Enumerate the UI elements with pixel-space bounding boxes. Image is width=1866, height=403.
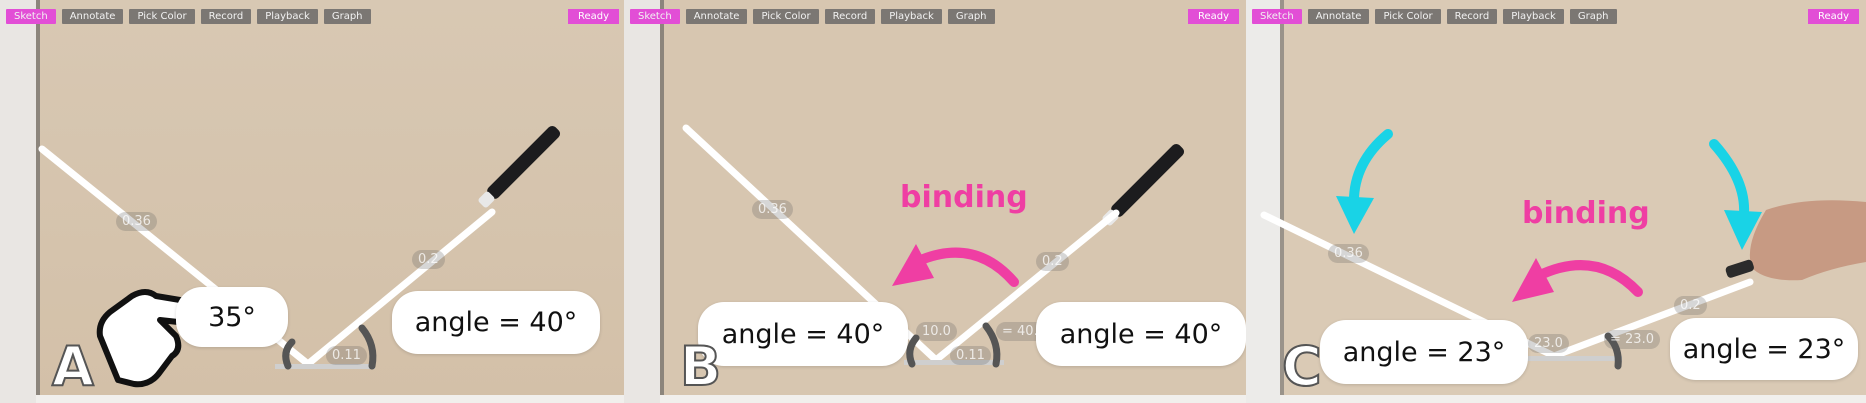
ghost-label: 23.0 xyxy=(1528,334,1569,353)
ghost-label: 10.0 xyxy=(916,322,957,341)
ready-status: Ready xyxy=(1808,9,1860,24)
panel-c: Sketch Annotate Pick Color Record Playba… xyxy=(1246,0,1866,403)
annotate-button[interactable]: Annotate xyxy=(61,9,124,24)
toolbar-a: Sketch Annotate Pick Color Record Playba… xyxy=(6,9,371,24)
ghost-label: 0.2 xyxy=(1674,296,1707,315)
graph-button[interactable]: Graph xyxy=(947,9,995,24)
ghost-label: 0.36 xyxy=(116,212,157,231)
toolbar-c: Sketch Annotate Pick Color Record Playba… xyxy=(1252,9,1617,24)
record-button[interactable]: Record xyxy=(200,9,252,24)
playback-button[interactable]: Playback xyxy=(257,9,318,24)
record-button[interactable]: Record xyxy=(824,9,876,24)
ghost-label: 0.2 xyxy=(412,250,445,269)
pick-color-button[interactable]: Pick Color xyxy=(753,9,819,24)
pick-color-button[interactable]: Pick Color xyxy=(1375,9,1441,24)
angle-bubble-right[interactable]: angle = 23° xyxy=(1670,318,1858,380)
ghost-label: 0.36 xyxy=(752,200,793,219)
record-button[interactable]: Record xyxy=(1446,9,1498,24)
angle-bubble-right[interactable]: angle = 40° xyxy=(1036,302,1246,366)
ghost-label: = 23.0 xyxy=(1604,330,1660,349)
binding-label: binding xyxy=(900,180,1028,215)
ready-status: Ready xyxy=(568,9,620,24)
ghost-label: 0.11 xyxy=(950,346,991,365)
panel-b: Sketch Annotate Pick Color Record Playba… xyxy=(624,0,1246,403)
angle-bubble-left[interactable]: angle = 40° xyxy=(698,302,908,366)
panel-letter: A xyxy=(51,335,95,398)
sketch-button[interactable]: Sketch xyxy=(1252,9,1302,24)
annotate-button[interactable]: Annotate xyxy=(685,9,748,24)
graph-button[interactable]: Graph xyxy=(323,9,371,24)
panel-letter: C xyxy=(1281,335,1323,398)
angle-bubble-left[interactable]: angle = 23° xyxy=(1320,320,1528,384)
playback-button[interactable]: Playback xyxy=(1503,9,1564,24)
playback-button[interactable]: Playback xyxy=(881,9,942,24)
ghost-label: 0.11 xyxy=(326,346,367,365)
angle-bubble-right[interactable]: angle = 40° xyxy=(392,291,600,354)
toolbar-b: Sketch Annotate Pick Color Record Playba… xyxy=(630,9,995,24)
ghost-label: 0.36 xyxy=(1328,244,1369,263)
panel-a: Sketch Annotate Pick Color Record Playba… xyxy=(0,0,624,403)
panel-letter: B xyxy=(679,335,722,398)
binding-label: binding xyxy=(1522,196,1650,231)
pick-color-button[interactable]: Pick Color xyxy=(129,9,195,24)
ready-status: Ready xyxy=(1188,9,1240,24)
graph-button[interactable]: Graph xyxy=(1569,9,1617,24)
ghost-label: 0.2 xyxy=(1036,252,1069,271)
annotate-button[interactable]: Annotate xyxy=(1307,9,1370,24)
sketch-button[interactable]: Sketch xyxy=(630,9,680,24)
sketch-button[interactable]: Sketch xyxy=(6,9,56,24)
angle-bubble-left[interactable]: 35° xyxy=(176,287,288,347)
left-wall xyxy=(0,0,36,403)
